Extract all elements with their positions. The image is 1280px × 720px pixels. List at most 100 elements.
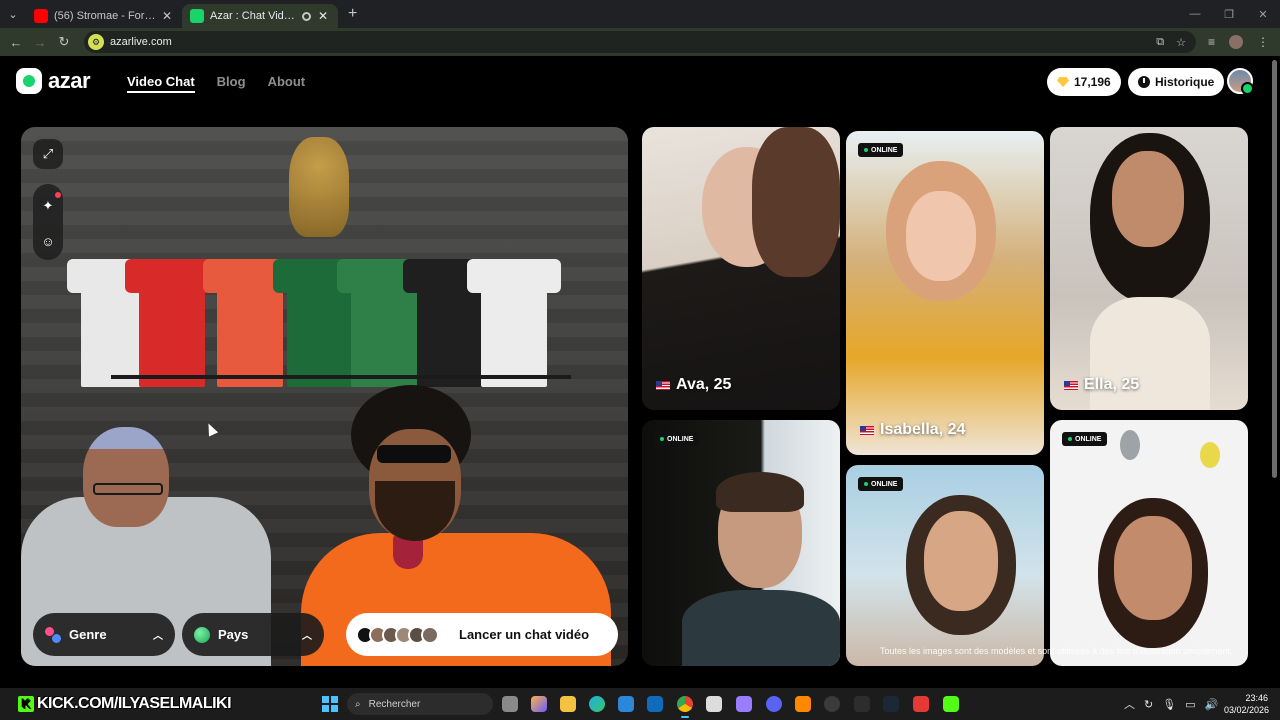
chevron-up-icon[interactable]: ︿ — [1124, 696, 1135, 712]
chevron-up-icon: ︿ — [302, 631, 312, 642]
gems-balance-button[interactable]: 17,196 — [1047, 68, 1121, 96]
sync-icon[interactable]: ↻ — [1144, 698, 1153, 711]
online-badge: ONLINE — [1062, 432, 1108, 446]
youtube-icon — [34, 9, 48, 23]
site-header: azar Video Chat Blog About 17,196 Histor… — [0, 56, 1280, 108]
fullscreen-button[interactable]: ⤢ — [33, 139, 63, 169]
online-badge: ONLINE — [654, 432, 700, 446]
games-icon[interactable] — [736, 696, 752, 712]
tab-stromae[interactable]: (56) Stromae - Formidable (ce ✕ — [26, 4, 182, 28]
start-button[interactable] — [322, 696, 338, 712]
app-notification-icon[interactable] — [913, 696, 929, 712]
start-video-chat-button[interactable]: Lancer un chat vidéo — [346, 613, 618, 656]
maximize-icon[interactable]: ❐ — [1212, 8, 1246, 21]
discord-icon[interactable] — [766, 696, 782, 712]
online-badge: ONLINE — [858, 143, 904, 157]
reading-list-icon[interactable]: ≡ — [1208, 35, 1215, 49]
avatar — [421, 625, 439, 644]
bookmark-star-icon[interactable]: ☆ — [1176, 36, 1186, 49]
windows-taskbar: K KICK.COM/ILYASELMALIKI ⌕ Rechercher ︿ … — [0, 688, 1280, 720]
chevron-up-icon: ︿ — [153, 631, 163, 642]
back-icon[interactable]: ← — [4, 35, 28, 50]
install-app-icon[interactable]: ⧉ — [1156, 36, 1164, 49]
us-flag-icon — [860, 425, 874, 435]
page-scrollbar[interactable] — [1270, 58, 1278, 680]
browser-tab-strip: ⌄ (56) Stromae - Formidable (ce ✕ Azar :… — [0, 0, 1280, 28]
gender-label: Genre — [69, 627, 107, 642]
chrome-icon[interactable] — [677, 696, 693, 718]
azar-logo[interactable]: azar — [16, 68, 91, 94]
nav-about[interactable]: About — [268, 74, 306, 93]
forward-icon[interactable]: → — [28, 35, 52, 50]
profile-card[interactable]: ONLINE — [642, 420, 840, 666]
outlook-icon[interactable] — [647, 696, 663, 712]
gems-count: 17,196 — [1074, 75, 1111, 89]
main-nav: Video Chat Blog About — [127, 74, 305, 93]
copilot-icon[interactable] — [531, 696, 547, 712]
menu-dots-icon[interactable]: ⋮ — [1257, 35, 1269, 49]
reload-icon[interactable]: ↻ — [52, 34, 76, 50]
tab-title: Azar : Chat Vidéo avec de n — [210, 10, 297, 22]
disclaimer-text: Toutes les images sont des modèles et so… — [880, 646, 1233, 656]
card-name: Ava, 25 — [656, 376, 731, 394]
window-controls: — ❐ ✕ — [1178, 8, 1280, 21]
obs-icon[interactable] — [824, 696, 840, 712]
address-bar[interactable]: ⚙ azarlive.com ⧉ ☆ — [84, 31, 1196, 53]
file-explorer-icon[interactable] — [560, 696, 576, 712]
avatar-stack — [356, 625, 439, 644]
camera-preview — [21, 127, 628, 666]
volume-icon[interactable]: 🔊 — [1205, 698, 1219, 711]
clock-date: 03/02/2026 — [1224, 705, 1270, 715]
close-window-icon[interactable]: ✕ — [1246, 8, 1280, 21]
media-player-icon[interactable] — [943, 696, 959, 712]
edge-icon[interactable] — [589, 696, 605, 712]
monitor-icon[interactable]: ▭ — [1185, 698, 1195, 711]
country-filter-button[interactable]: Pays ︿ — [182, 613, 324, 656]
photos-icon[interactable] — [706, 696, 722, 712]
search-placeholder: Rechercher — [368, 698, 421, 710]
new-tab-button[interactable]: + — [348, 5, 357, 23]
search-icon: ⌕ — [355, 698, 361, 710]
user-avatar[interactable] — [1227, 68, 1254, 95]
clock[interactable]: 23:46 03/02/2026 — [1224, 692, 1270, 716]
tab-azar[interactable]: Azar : Chat Vidéo avec de n ✕ — [182, 4, 338, 28]
profile-card[interactable]: ONLINE Isabella, 24 — [846, 131, 1044, 455]
url-text: azarlive.com — [110, 36, 172, 48]
gender-filter-button[interactable]: Genre ︿ — [33, 613, 175, 656]
card-name: Isabella, 24 — [860, 421, 965, 439]
nav-video-chat[interactable]: Video Chat — [127, 74, 195, 93]
sticker-button[interactable]: ☺ — [33, 226, 63, 256]
steam-icon[interactable] — [883, 696, 899, 712]
nav-blog[interactable]: Blog — [217, 74, 246, 93]
close-tab-icon[interactable]: ✕ — [316, 9, 330, 23]
azar-logo-icon — [16, 68, 42, 94]
taskbar-search[interactable]: ⌕ Rechercher — [347, 693, 493, 715]
site-info-icon[interactable]: ⚙ — [88, 34, 104, 50]
store-icon[interactable] — [618, 696, 634, 712]
close-tab-icon[interactable]: ✕ — [160, 9, 174, 23]
recording-icon — [302, 11, 311, 21]
profile-avatar-icon[interactable] — [1229, 35, 1244, 49]
gem-icon — [1057, 77, 1069, 87]
profile-card[interactable]: ONLINE — [846, 465, 1044, 666]
history-button[interactable]: Historique — [1128, 68, 1225, 96]
stream-overlay: K KICK.COM/ILYASELMALIKI — [14, 693, 235, 715]
us-flag-icon — [1064, 380, 1078, 390]
task-view-icon[interactable] — [502, 696, 518, 712]
minimize-icon[interactable]: — — [1178, 8, 1212, 21]
app-icon[interactable] — [854, 696, 870, 712]
kick-logo-icon: K — [18, 696, 34, 712]
card-name: Ella, 25 — [1064, 376, 1139, 394]
profile-card[interactable]: Ava, 25 — [642, 127, 840, 410]
vlc-icon[interactable] — [795, 696, 811, 712]
expand-icon: ⤢ — [42, 146, 54, 161]
magic-wand-icon: ✦ — [42, 198, 54, 213]
tab-search-icon[interactable]: ⌄ — [0, 0, 26, 28]
monkey-lamp — [289, 137, 349, 237]
microphone-icon[interactable]: 🎙 — [1162, 698, 1176, 711]
online-badge: ONLINE — [858, 477, 904, 491]
logo-text: azar — [48, 68, 91, 93]
history-label: Historique — [1155, 75, 1215, 89]
profile-card[interactable]: Ella, 25 — [1050, 127, 1248, 410]
profile-card[interactable]: ONLINE — [1050, 420, 1248, 666]
